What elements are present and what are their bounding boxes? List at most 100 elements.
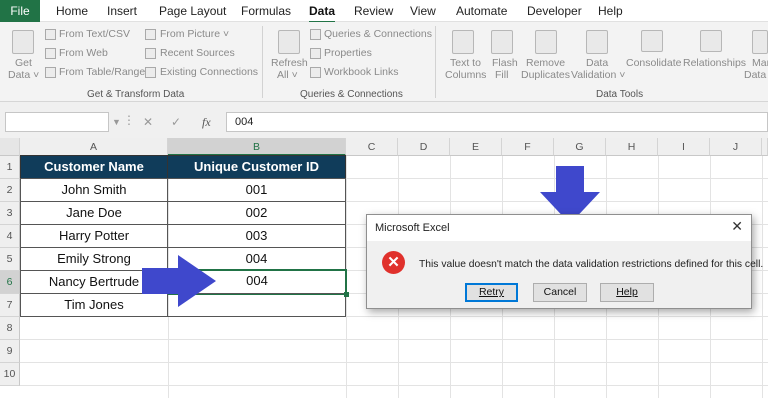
text-to-columns-label-1[interactable]: Text to [450, 57, 481, 69]
select-all-corner[interactable] [0, 138, 20, 156]
column-header-c[interactable]: C [346, 138, 398, 156]
queries-connections-button[interactable]: Queries & Connections [324, 28, 432, 40]
group-label-data-tools: Data Tools [596, 89, 644, 100]
recent-sources-icon [145, 48, 156, 59]
more-options-icon: ⋮ [123, 113, 135, 127]
row-header-9[interactable]: 9 [0, 340, 20, 363]
close-icon[interactable]: ✕ [731, 218, 743, 235]
row-header-4[interactable]: 4 [0, 225, 20, 248]
remove-duplicates-icon [535, 30, 557, 54]
error-dialog: Microsoft Excel ✕ ✕ This value doesn't m… [366, 214, 763, 309]
retry-button[interactable]: Retry [465, 283, 518, 302]
data-validation-icon [586, 30, 608, 54]
existing-connections-button[interactable]: Existing Connections [160, 66, 258, 78]
properties-button[interactable]: Properties [324, 47, 372, 59]
tab-help[interactable]: Help [598, 4, 623, 18]
workbook-links-button[interactable]: Workbook Links [324, 66, 399, 78]
from-web-button[interactable]: From Web [59, 47, 108, 59]
recent-sources-button[interactable]: Recent Sources [160, 47, 235, 59]
get-data-label-1[interactable]: Get [15, 57, 32, 69]
web-icon [45, 48, 56, 59]
column-header-a[interactable]: A [20, 138, 168, 156]
column-header-k[interactable] [762, 138, 768, 156]
database-icon [12, 30, 34, 54]
table-icon [45, 67, 56, 78]
cell-b3[interactable]: 002 [167, 201, 346, 225]
from-picture-button[interactable]: From Picture ˅ [160, 28, 229, 40]
tab-home[interactable]: Home [56, 4, 88, 18]
tab-page-layout[interactable]: Page Layout [159, 4, 226, 18]
column-header-j[interactable]: J [710, 138, 762, 156]
cell-a3[interactable]: Jane Doe [20, 201, 168, 225]
get-data-label-2[interactable]: Data ˅ [8, 69, 39, 81]
row-header-10[interactable]: 10 [0, 363, 20, 386]
cancel-entry-icon[interactable]: ✕ [143, 115, 153, 129]
group-separator [262, 26, 263, 98]
manage-data-model-label-2[interactable]: Data M [744, 69, 768, 81]
refresh-all-label-1[interactable]: Refresh [271, 57, 308, 69]
dialog-message: This value doesn't match the data valida… [419, 259, 764, 270]
dialog-title: Microsoft Excel [367, 215, 751, 241]
column-header-e[interactable]: E [450, 138, 502, 156]
data-model-icon [752, 30, 768, 54]
row-header-1[interactable]: 1 [0, 156, 20, 179]
text-to-columns-label-2[interactable]: Columns [445, 69, 486, 81]
cell-a4[interactable]: Harry Potter [20, 224, 168, 248]
from-table-range-button[interactable]: From Table/Range [59, 66, 145, 78]
column-header-d[interactable]: D [398, 138, 450, 156]
refresh-all-label-2[interactable]: All ˅ [277, 69, 298, 81]
text-to-columns-icon [452, 30, 474, 54]
row-header-7[interactable]: 7 [0, 294, 20, 317]
cancel-button[interactable]: Cancel [533, 283, 587, 302]
header-customer-name[interactable]: Customer Name [20, 155, 168, 179]
error-icon: ✕ [382, 251, 405, 274]
name-box-dropdown-icon[interactable]: ▼ [112, 117, 121, 127]
tab-review[interactable]: Review [354, 4, 393, 18]
column-header-h[interactable]: H [606, 138, 658, 156]
insert-function-icon[interactable]: fx [202, 115, 211, 130]
flash-fill-label-1[interactable]: Flash [492, 57, 518, 69]
cell-b2[interactable]: 001 [167, 178, 346, 202]
help-button[interactable]: Help [600, 283, 654, 302]
queries-icon [310, 29, 321, 40]
tab-view[interactable]: View [410, 4, 436, 18]
header-unique-customer-id[interactable]: Unique Customer ID [167, 155, 346, 179]
data-validation-label-1[interactable]: Data [586, 57, 608, 69]
refresh-icon [278, 30, 300, 54]
remove-duplicates-label-2[interactable]: Duplicates [521, 69, 570, 81]
relationships-button[interactable]: Relationships [683, 57, 746, 69]
row-header-3[interactable]: 3 [0, 202, 20, 225]
cell-b4[interactable]: 003 [167, 224, 346, 248]
fill-handle[interactable] [344, 292, 349, 297]
from-text-csv-button[interactable]: From Text/CSV [59, 28, 130, 40]
consolidate-button[interactable]: Consolidate [626, 57, 681, 69]
column-header-b[interactable]: B [168, 138, 346, 156]
row-header-5[interactable]: 5 [0, 248, 20, 271]
consolidate-icon [641, 30, 663, 52]
tab-file[interactable]: File [0, 0, 40, 22]
column-header-f[interactable]: F [502, 138, 554, 156]
formula-bar: ▼ ⋮ ✕ ✓ fx 004 [0, 102, 768, 138]
row-header-2[interactable]: 2 [0, 179, 20, 202]
tab-automate[interactable]: Automate [456, 4, 507, 18]
column-header-i[interactable]: I [658, 138, 710, 156]
data-validation-label-2[interactable]: Validation ˅ [571, 69, 625, 81]
row-header-8[interactable]: 8 [0, 317, 20, 340]
tab-insert[interactable]: Insert [107, 4, 137, 18]
remove-duplicates-label-1[interactable]: Remove [526, 57, 565, 69]
properties-icon [310, 48, 321, 59]
confirm-entry-icon[interactable]: ✓ [171, 115, 181, 129]
formula-input[interactable]: 004 [226, 112, 768, 132]
flash-fill-label-2[interactable]: Fill [495, 69, 508, 81]
name-box[interactable] [5, 112, 109, 132]
ribbon-tab-bar: File Home Insert Page Layout Formulas Da… [0, 0, 768, 23]
cell-a2[interactable]: John Smith [20, 178, 168, 202]
text-file-icon [45, 29, 56, 40]
manage-data-model-label-1[interactable]: Man [752, 57, 768, 69]
ribbon: Get Data ˅ From Text/CSV From Web From T… [0, 22, 768, 102]
tab-formulas[interactable]: Formulas [241, 4, 291, 18]
column-header-g[interactable]: G [554, 138, 606, 156]
tab-developer[interactable]: Developer [527, 4, 582, 18]
row-header-6[interactable]: 6 [0, 271, 20, 294]
tab-data[interactable]: Data [309, 4, 336, 23]
